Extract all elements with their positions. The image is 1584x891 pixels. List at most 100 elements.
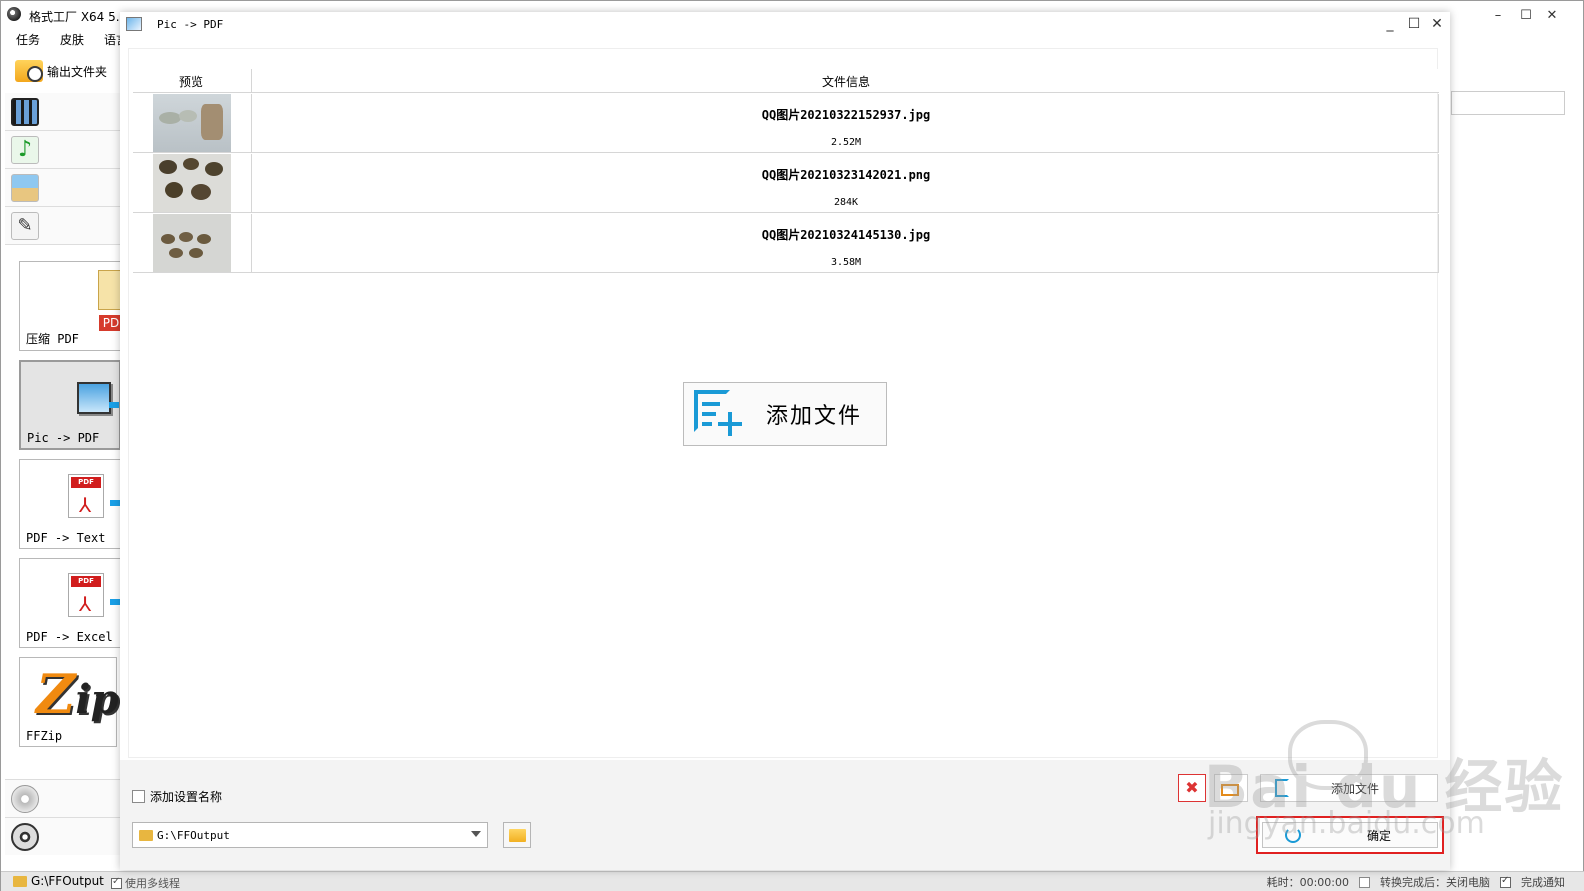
menu-skin[interactable]: 皮肤 [57, 30, 87, 50]
dialog-titlebar: Pic -> PDF _ ☐ ✕ [120, 12, 1450, 36]
arrow-icon [109, 402, 119, 408]
category-audio[interactable]: ♪ [5, 131, 121, 169]
thumbnail-shape [205, 162, 223, 176]
minimize-icon[interactable]: – [1487, 7, 1509, 25]
add-setting-name-checkbox[interactable]: 添加设置名称 [132, 788, 222, 805]
picture-icon [126, 17, 142, 31]
acrobat-swoosh-icon: ⅄ [79, 493, 92, 517]
add-file-icon [690, 386, 746, 442]
table-row[interactable]: QQ图片20210324145130.jpg 3.58M [133, 214, 1439, 273]
after-convert-checkbox[interactable] [1359, 876, 1370, 888]
main-menubar: 任务 皮肤 语言 [13, 30, 131, 50]
document-edit-icon: ✎ [11, 212, 39, 240]
pdf-file-icon: PDF ⅄ [68, 573, 104, 617]
checkbox-unchecked-icon [132, 790, 145, 803]
film-reel-icon [11, 823, 39, 851]
thumbnail-shape [191, 184, 211, 200]
tool-pdf-to-excel[interactable]: PDF ⅄ PDF -> Excel [19, 558, 121, 648]
folder-icon [139, 829, 153, 841]
landscape-image-icon [11, 174, 39, 202]
pdf-tag: PDF [71, 477, 101, 488]
pic-to-pdf-dialog: Pic -> PDF _ ☐ ✕ 预览 文件信息 QQ图片20210322152… [120, 12, 1450, 870]
file-name: QQ图片20210323142021.png [761, 168, 931, 182]
file-size: 3.58M [830, 257, 862, 268]
thumbnail-shape [165, 182, 183, 198]
chevron-down-icon [471, 831, 481, 837]
film-icon [11, 98, 39, 126]
thumbnail-shape [183, 158, 199, 170]
option-button[interactable] [1214, 774, 1248, 802]
column-divider [251, 154, 252, 213]
tool-ffzip[interactable]: Zip FFZip [19, 657, 119, 747]
thumbnail-shape [159, 112, 181, 124]
file-name: QQ图片20210322152937.jpg [761, 108, 931, 122]
category-disc[interactable] [5, 779, 121, 817]
tool-pic-to-pdf[interactable]: Pic -> PDF [19, 360, 121, 450]
status-output-path[interactable]: G:\FFOutput [13, 874, 104, 888]
thumbnail-shape [197, 234, 211, 244]
notify-checkbox[interactable] [1500, 875, 1511, 888]
thumbnail-shape [169, 248, 183, 258]
file-size: 284K [833, 197, 859, 208]
app-logo-icon [7, 7, 21, 21]
thumbnail-shape [159, 160, 177, 174]
minimize-icon[interactable]: _ [1379, 15, 1401, 33]
folder-icon [15, 60, 43, 82]
column-preview: 预览 [179, 75, 204, 89]
checkbox-checked-icon [111, 876, 122, 889]
thumbnail-shape [179, 232, 193, 242]
category-image[interactable] [5, 169, 121, 207]
thumbnail-shape [201, 104, 223, 140]
column-divider [251, 94, 252, 153]
add-file-small-button[interactable]: 添加文件 [1260, 774, 1438, 802]
ok-button-highlight[interactable]: 确定 [1256, 816, 1444, 854]
browse-folder-button[interactable] [503, 822, 531, 848]
column-divider [251, 69, 252, 93]
main-task-panel [1451, 91, 1565, 115]
notify-label: 完成通知 [1521, 876, 1565, 889]
output-path-select[interactable]: G:\FFOutput [132, 822, 488, 848]
output-folder-button[interactable]: 输出文件夹 [15, 58, 107, 84]
tool-label: Pic -> PDF [27, 431, 100, 445]
thumbnail-image [153, 154, 231, 212]
add-file-icon [1275, 779, 1289, 797]
column-divider [251, 214, 252, 273]
music-note-icon: ♪ [11, 136, 39, 164]
thumbnail-image [153, 94, 231, 152]
dialog-title: Pic -> PDF [157, 18, 224, 31]
ok-button[interactable]: 确定 [1262, 822, 1438, 848]
multithread-checkbox[interactable]: 使用多线程 [111, 875, 180, 891]
arrow-icon [110, 599, 120, 605]
file-list-area: 预览 文件信息 QQ图片20210322152937.jpg 2.52M QQ图… [128, 48, 1439, 758]
tool-label: PDF -> Excel [26, 630, 113, 644]
pdf-tag: PDF [71, 576, 101, 587]
folder-icon [509, 829, 526, 842]
close-icon[interactable]: ✕ [1541, 7, 1563, 25]
column-file-info: 文件信息 [822, 75, 871, 89]
close-icon[interactable]: ✕ [1426, 15, 1448, 33]
category-video[interactable] [5, 93, 121, 131]
disc-icon [11, 785, 39, 813]
elapsed-time: 耗时：00:00:00 [1266, 876, 1349, 889]
acrobat-swoosh-icon: ⅄ [79, 592, 92, 616]
tool-compress-pdf[interactable]: 压缩 PDF [19, 261, 123, 351]
category-utilities[interactable] [5, 817, 121, 855]
remove-file-button[interactable]: ✖ [1178, 774, 1206, 802]
picture-icon [77, 382, 111, 414]
output-folder-label: 输出文件夹 [47, 64, 108, 79]
thumbnail-shape [179, 110, 197, 122]
thumbnail-shape [161, 234, 175, 244]
arrow-icon [110, 500, 120, 506]
output-path-value: G:\FFOutput [157, 828, 230, 842]
tool-label: FFZip [26, 729, 63, 743]
maximize-icon[interactable]: ☐ [1515, 7, 1537, 25]
maximize-icon[interactable]: ☐ [1403, 15, 1425, 33]
menu-task[interactable]: 任务 [13, 30, 43, 50]
add-files-button[interactable]: 添加文件 [683, 382, 887, 446]
table-row[interactable]: QQ图片20210322152937.jpg 2.52M [133, 94, 1439, 153]
delete-icon: ✖ [1185, 778, 1199, 797]
add-files-label: 添加文件 [766, 404, 863, 429]
category-document[interactable]: ✎ [5, 207, 121, 245]
tool-pdf-to-text[interactable]: PDF ⅄ PDF -> Text [19, 459, 121, 549]
table-row[interactable]: QQ图片20210323142021.png 284K [133, 154, 1439, 213]
